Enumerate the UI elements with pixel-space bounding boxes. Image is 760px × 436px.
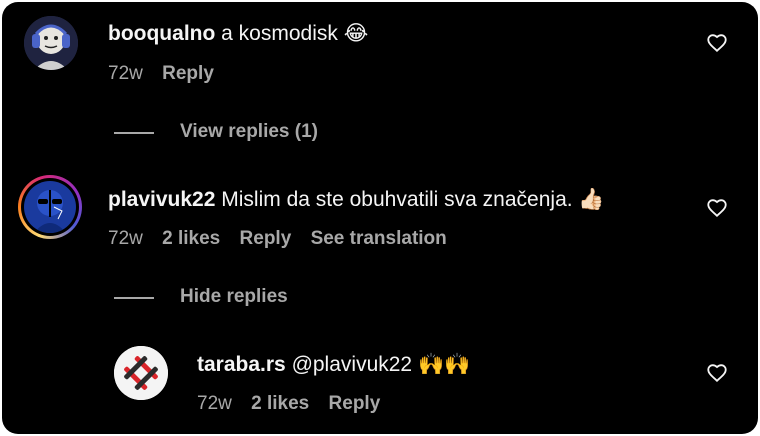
heart-outline-icon[interactable]	[706, 197, 728, 219]
comment-username[interactable]: taraba.rs	[197, 353, 286, 376]
comments-panel: booqualno a kosmodisk 😂 72w Reply View r…	[2, 2, 758, 434]
comment-text: a kosmodisk 😂	[221, 22, 369, 45]
comment-body: booqualno a kosmodisk 😂	[108, 22, 368, 46]
avatar-story-ring	[21, 178, 79, 236]
replies-divider	[114, 297, 154, 299]
comment-time: 72w	[108, 228, 143, 249]
avatar-taraba-rs-image	[114, 346, 168, 400]
avatar-plavivuk22-image	[24, 181, 76, 233]
comment-meta: 72w Reply	[108, 63, 228, 85]
avatar-booqualno[interactable]	[24, 16, 78, 70]
comment-body: taraba.rs @plavivuk22 🙌🙌	[197, 353, 470, 377]
hide-replies-button[interactable]: Hide replies	[180, 286, 288, 308]
comment-body: plavivuk22 Mislim da ste obuhvatili sva …	[108, 188, 605, 212]
reply-button[interactable]: Reply	[240, 228, 292, 249]
comment-time: 72w	[108, 63, 143, 84]
comment-meta: 72w 2 likes Reply See translation	[108, 228, 461, 250]
heart-outline-icon[interactable]	[706, 32, 728, 54]
replies-divider	[114, 132, 154, 134]
heart-outline-icon[interactable]	[706, 362, 728, 384]
avatar-plavivuk22[interactable]	[18, 175, 82, 239]
reply-button[interactable]: Reply	[329, 393, 381, 414]
avatar-taraba-rs[interactable]	[114, 346, 168, 400]
comment-text: Mislim da ste obuhvatili sva značenja. 👍…	[221, 188, 605, 211]
view-replies-button[interactable]: View replies (1)	[180, 121, 318, 143]
avatar-booqualno-image	[24, 16, 78, 70]
comment-meta: 72w 2 likes Reply	[197, 393, 394, 415]
comment-time: 72w	[197, 393, 232, 414]
see-translation-button[interactable]: See translation	[311, 228, 447, 249]
comment-username[interactable]: booqualno	[108, 22, 215, 45]
likes-count-button[interactable]: 2 likes	[251, 393, 309, 414]
comment-username[interactable]: plavivuk22	[108, 188, 215, 211]
reply-button[interactable]: Reply	[162, 63, 214, 84]
likes-count-button[interactable]: 2 likes	[162, 228, 220, 249]
comment-text: @plavivuk22 🙌🙌	[291, 353, 471, 376]
